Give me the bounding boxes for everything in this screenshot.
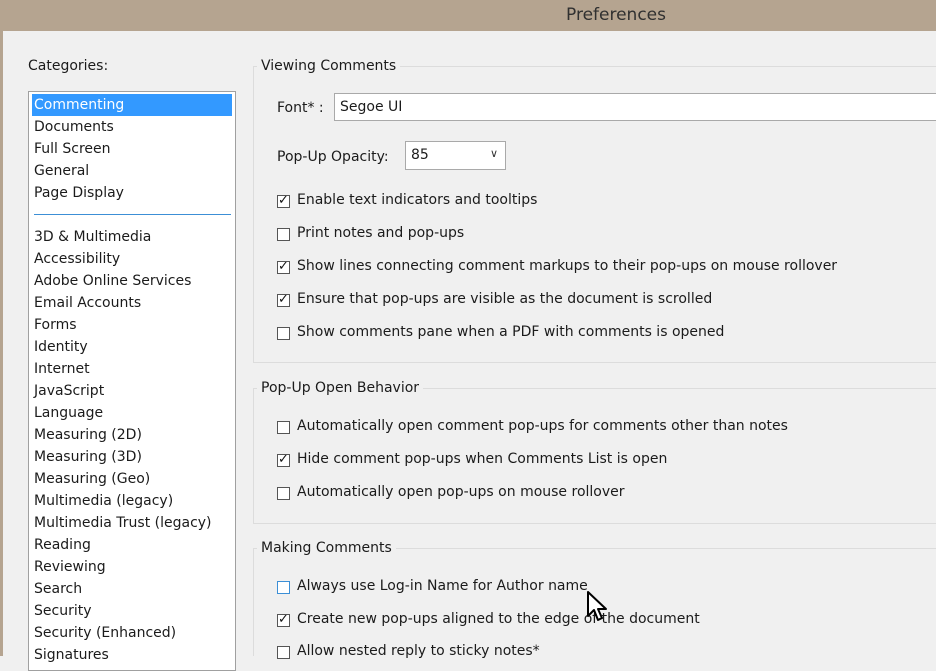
mouse-pointer-icon — [587, 591, 607, 621]
category-item-security-enhanced[interactable]: Security (Enhanced) — [32, 622, 232, 644]
category-item-reviewing[interactable]: Reviewing — [32, 556, 232, 578]
checkbox-label: Ensure that pop-ups are visible as the d… — [297, 291, 713, 307]
category-item-3d-multimedia[interactable]: 3D & Multimedia — [32, 226, 232, 248]
checkmark-icon: ✓ — [278, 612, 289, 627]
group-border-left — [253, 388, 254, 523]
category-item-documents[interactable]: Documents — [32, 116, 232, 138]
checkbox[interactable] — [277, 581, 290, 594]
window-title: Preferences — [566, 5, 666, 25]
checkbox[interactable]: ✓ — [277, 259, 290, 274]
checkbox-label: Enable text indicators and tooltips — [297, 192, 538, 208]
making-comments-title: Making Comments — [257, 540, 396, 556]
category-item-security[interactable]: Security — [32, 600, 232, 622]
checkmark-icon: ✓ — [278, 292, 289, 307]
checkmark-icon: ✓ — [278, 193, 289, 208]
category-item-measuring-geo[interactable]: Measuring (Geo) — [32, 468, 232, 490]
checkbox-label: Hide comment pop-ups when Comments List … — [297, 451, 668, 467]
checkbox-label: Automatically open pop-ups on mouse roll… — [297, 484, 625, 500]
checkbox[interactable] — [277, 487, 290, 500]
category-item-reading[interactable]: Reading — [32, 534, 232, 556]
popup-opacity-value: 85 — [411, 147, 429, 163]
checkbox[interactable]: ✓ — [277, 292, 290, 307]
categories-label: Categories: — [28, 58, 109, 74]
category-item-page-display[interactable]: Page Display — [32, 182, 232, 204]
group-border-bottom — [253, 523, 936, 524]
group-border-bottom — [253, 362, 936, 363]
category-separator — [34, 214, 231, 215]
checkbox-label: Always use Log-in Name for Author name — [297, 578, 588, 594]
category-item-general[interactable]: General — [32, 160, 232, 182]
category-item-language[interactable]: Language — [32, 402, 232, 424]
category-item-multimedia-trust-legacy[interactable]: Multimedia Trust (legacy) — [32, 512, 232, 534]
checkbox[interactable]: ✓ — [277, 612, 290, 627]
font-label: Font* : — [277, 100, 324, 116]
checkmark-icon: ✓ — [278, 259, 289, 274]
popup-opacity-select[interactable]: 85 ∨ — [405, 141, 506, 170]
category-item-commenting[interactable]: Commenting — [32, 94, 232, 116]
popup-opacity-label: Pop-Up Opacity: — [277, 149, 389, 165]
checkbox-label: Allow nested reply to sticky notes* — [297, 643, 540, 659]
checkbox-label: Show comments pane when a PDF with comme… — [297, 324, 725, 340]
checkbox[interactable] — [277, 646, 290, 659]
checkbox-label: Create new pop-ups aligned to the edge o… — [297, 611, 700, 627]
category-item-signatures[interactable]: Signatures — [32, 644, 232, 666]
chevron-down-icon: ∨ — [489, 147, 498, 160]
checkbox[interactable] — [277, 228, 290, 241]
title-bar: Preferences — [0, 0, 936, 31]
checkbox[interactable] — [277, 421, 290, 434]
checkbox[interactable]: ✓ — [277, 193, 290, 208]
category-item-email-accounts[interactable]: Email Accounts — [32, 292, 232, 314]
checkbox-label: Show lines connecting comment markups to… — [297, 258, 838, 274]
group-border-left — [253, 66, 254, 362]
category-item-adobe-online-services[interactable]: Adobe Online Services — [32, 270, 232, 292]
category-item-accessibility[interactable]: Accessibility — [32, 248, 232, 270]
categories-list[interactable]: Commenting Documents Full Screen General… — [28, 91, 236, 671]
viewing-comments-title: Viewing Comments — [257, 58, 401, 74]
checkbox-label: Automatically open comment pop-ups for c… — [297, 418, 788, 434]
category-item-measuring-2d[interactable]: Measuring (2D) — [32, 424, 232, 446]
font-field[interactable]: Segoe UI — [334, 93, 936, 121]
checkbox-label: Print notes and pop-ups — [297, 225, 465, 241]
category-item-internet[interactable]: Internet — [32, 358, 232, 380]
checkbox[interactable]: ✓ — [277, 452, 290, 467]
checkbox[interactable] — [277, 327, 290, 340]
category-item-multimedia-legacy[interactable]: Multimedia (legacy) — [32, 490, 232, 512]
category-item-javascript[interactable]: JavaScript — [32, 380, 232, 402]
category-item-search[interactable]: Search — [32, 578, 232, 600]
category-item-full-screen[interactable]: Full Screen — [32, 138, 232, 160]
category-item-forms[interactable]: Forms — [32, 314, 232, 336]
popup-open-behavior-title: Pop-Up Open Behavior — [257, 380, 424, 396]
category-item-measuring-3d[interactable]: Measuring (3D) — [32, 446, 232, 468]
checkmark-icon: ✓ — [278, 452, 289, 467]
category-item-identity[interactable]: Identity — [32, 336, 232, 358]
group-border-left — [253, 548, 254, 656]
